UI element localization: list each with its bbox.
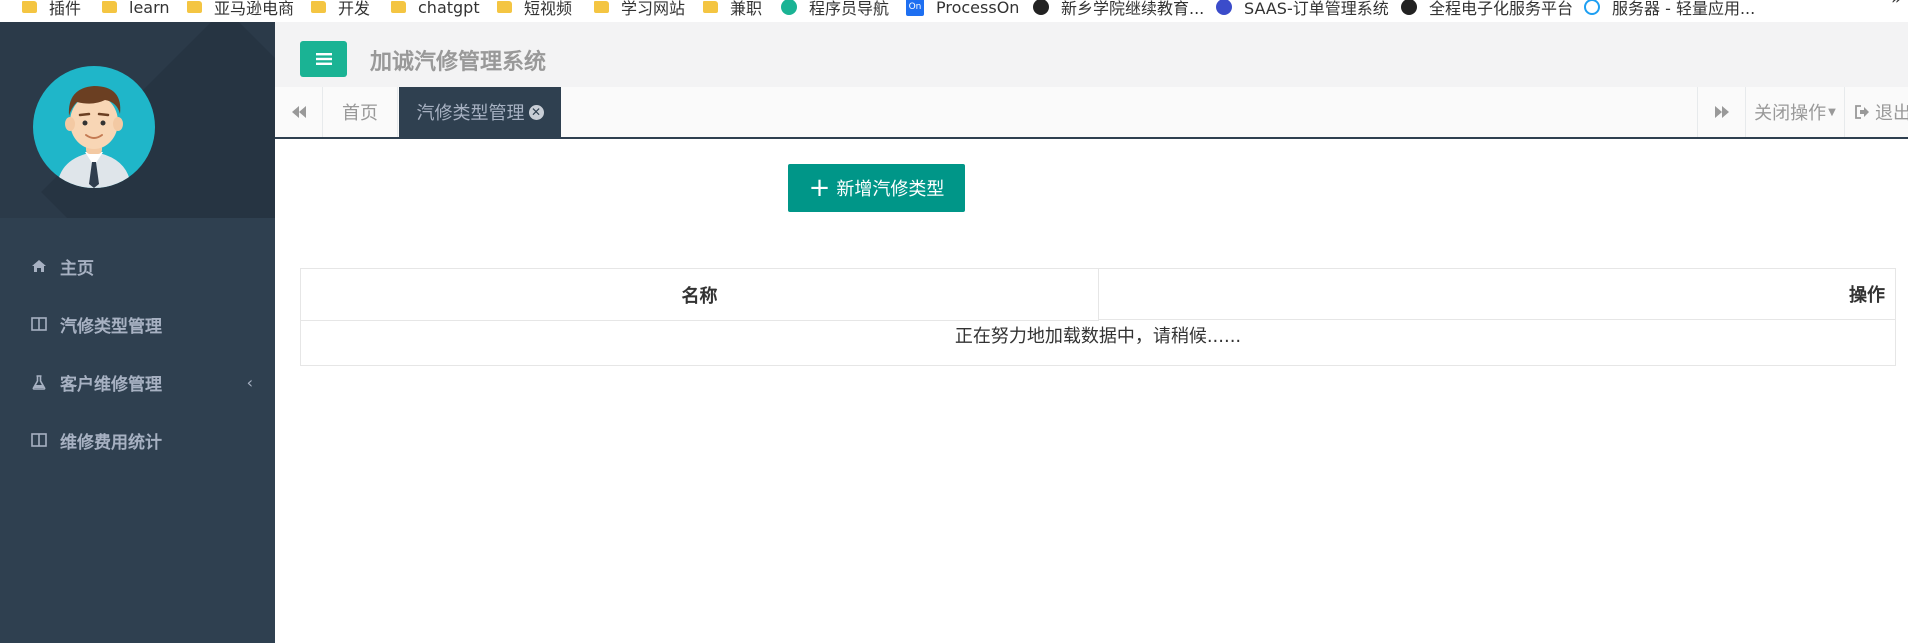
sidebar-item-label: 主页 xyxy=(60,258,94,279)
hamburger-icon xyxy=(315,53,332,65)
tab-home[interactable]: 首页 xyxy=(323,87,398,137)
tabs-scroll-left-button[interactable] xyxy=(275,87,323,137)
close-tab-icon[interactable]: ✕ xyxy=(528,104,544,120)
flask-icon xyxy=(30,374,48,390)
bookmark-item[interactable]: 服务器 - 轻量应用... xyxy=(1584,0,1755,22)
sidebar-item-home[interactable]: 主页 xyxy=(0,237,275,295)
folder-icon xyxy=(187,1,202,13)
tab-repair-types[interactable]: 汽修类型管理 ✕ xyxy=(399,87,561,137)
folder-icon xyxy=(497,1,512,13)
column-header-name[interactable]: 名称 xyxy=(301,269,1099,321)
sidebar-item-label: 维修费用统计 xyxy=(60,432,162,453)
sidebar-item-cost-stats[interactable]: 维修费用统计 xyxy=(0,411,275,469)
site-icon xyxy=(781,0,797,15)
avatar-icon xyxy=(57,86,131,188)
bookmark-item[interactable]: On ProcessOn xyxy=(906,0,1019,22)
forward-icon xyxy=(1714,106,1729,118)
bookmarks-more-button[interactable]: » xyxy=(1891,0,1902,9)
folder-icon xyxy=(22,1,37,13)
bookmark-item[interactable]: 亚马逊电商 xyxy=(187,0,294,22)
columns-icon xyxy=(30,317,48,331)
folder-icon xyxy=(311,1,326,13)
bookmark-item[interactable]: SAAS-订单管理系统 xyxy=(1216,0,1389,22)
bookmark-item[interactable]: 全程电子化服务平台 xyxy=(1401,0,1573,22)
site-icon xyxy=(1216,0,1232,15)
avatar[interactable] xyxy=(33,66,155,188)
plus-icon: + xyxy=(808,173,831,203)
site-icon xyxy=(1033,0,1049,15)
bookmark-item[interactable]: chatgpt xyxy=(391,0,480,22)
profile-panel xyxy=(0,22,275,218)
repair-types-table: 名称 操作 正在努力地加载数据中，请稍候...... xyxy=(300,268,1896,366)
sidebar-item-label: 汽修类型管理 xyxy=(60,316,162,337)
sidebar-item-label: 客户维修管理 xyxy=(60,374,162,395)
site-icon xyxy=(1401,0,1417,15)
bookmarks-bar: 插件 learn 亚马逊电商 开发 chatgpt 短视频 学习网站 兼职 程序… xyxy=(0,0,1908,22)
column-header-actions[interactable]: 操作 xyxy=(1099,269,1895,320)
columns-icon xyxy=(30,433,48,447)
bookmark-item[interactable]: learn xyxy=(102,0,170,22)
add-repair-type-button[interactable]: + 新增汽修类型 xyxy=(788,164,965,212)
tabs-bar: 首页 汽修类型管理 ✕ 关闭操作 ▼ 退出 xyxy=(275,87,1908,139)
tabs-scroll-right-button[interactable] xyxy=(1697,87,1745,137)
folder-icon xyxy=(594,1,609,13)
sidebar-item-repair-types[interactable]: 汽修类型管理 xyxy=(0,295,275,353)
cloud-icon xyxy=(1584,0,1600,15)
logout-button[interactable]: 退出 xyxy=(1844,87,1908,137)
sign-out-icon xyxy=(1855,105,1869,119)
bookmark-item[interactable]: 学习网站 xyxy=(594,0,685,22)
processon-icon: On xyxy=(906,0,924,16)
chevron-left-icon: ‹ xyxy=(246,373,253,392)
top-header: 加诚汽修管理系统 xyxy=(275,22,1908,88)
bookmark-item[interactable]: 短视频 xyxy=(497,0,572,22)
home-icon xyxy=(30,259,48,273)
folder-icon xyxy=(703,1,718,13)
menu-toggle-button[interactable] xyxy=(300,41,347,77)
backward-icon xyxy=(291,106,306,118)
close-operations-dropdown[interactable]: 关闭操作 ▼ xyxy=(1745,87,1844,137)
app-title: 加诚汽修管理系统 xyxy=(370,50,547,75)
bookmark-item[interactable]: 开发 xyxy=(311,0,370,22)
bookmark-item[interactable]: 插件 xyxy=(22,0,81,22)
sidebar: 主页 汽修类型管理 客户维修管理 ‹ 维修费用统计 xyxy=(0,22,275,643)
bookmark-item[interactable]: 新乡学院继续教育... xyxy=(1033,0,1204,22)
folder-icon xyxy=(391,1,406,13)
caret-down-icon: ▼ xyxy=(1828,106,1836,118)
table-loading-message: 正在努力地加载数据中，请稍候...... xyxy=(954,326,1242,347)
bookmark-item[interactable]: 兼职 xyxy=(703,0,762,22)
bookmark-item[interactable]: 程序员导航 xyxy=(781,0,889,22)
sidebar-item-customer-repairs[interactable]: 客户维修管理 ‹ xyxy=(0,353,275,411)
folder-icon xyxy=(102,1,117,13)
